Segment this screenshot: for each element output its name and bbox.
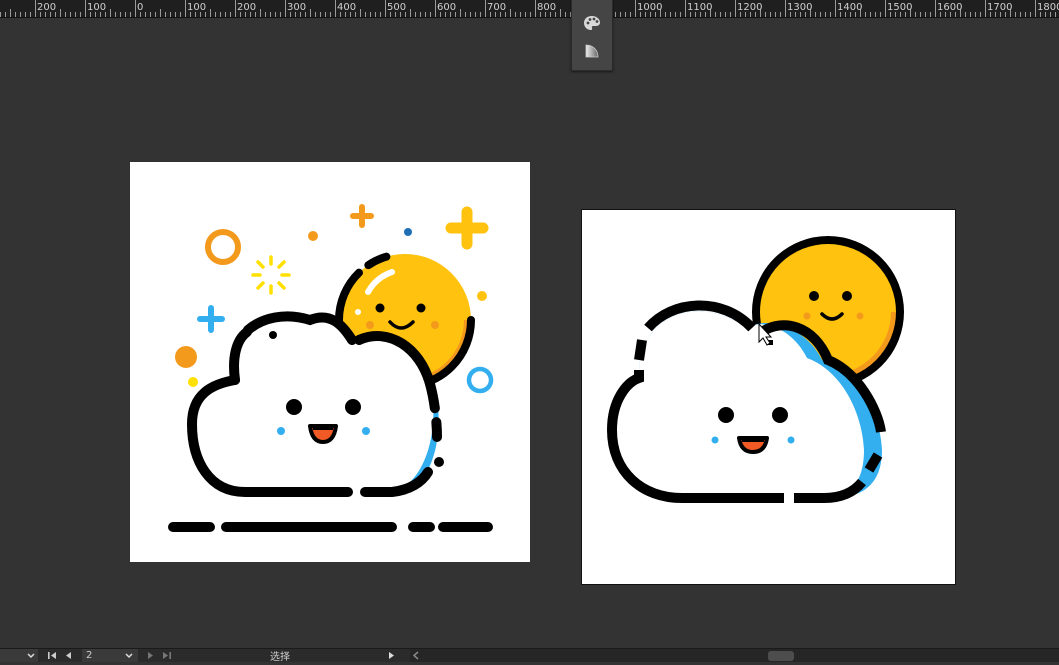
large-yellow-plus-icon	[445, 206, 489, 250]
ruler-label: 1800	[1037, 2, 1059, 13]
blue-plus-icon	[197, 305, 225, 333]
chevron-down-icon	[26, 649, 36, 665]
artboard-original[interactable]	[130, 162, 530, 562]
previous-page-icon	[66, 652, 71, 659]
tool-menu-arrow-button[interactable]	[386, 649, 398, 662]
ruler-label: 1700	[987, 2, 1013, 13]
gradient-icon	[585, 44, 599, 58]
ruler-label: 200	[37, 2, 57, 13]
ruler-label: 1100	[687, 2, 713, 13]
ruler-label: 1200	[737, 2, 763, 13]
ruler-label: 700	[487, 2, 507, 13]
blue-ring-decoration	[466, 366, 494, 394]
orange-dot	[308, 231, 318, 241]
scrollbar-thumb[interactable]	[768, 651, 794, 661]
play-arrow-icon	[389, 652, 394, 659]
zoom-dropdown[interactable]	[0, 649, 38, 662]
palette-tool-button[interactable]	[580, 12, 604, 34]
yellow-sparkle-icon	[251, 255, 291, 295]
ruler-label: 600	[437, 2, 457, 13]
ruler-label: 100	[187, 2, 207, 13]
ruler-label: 1000	[637, 2, 663, 13]
page-number-dropdown[interactable]: 2	[82, 649, 138, 662]
ruler-label: 1500	[887, 2, 913, 13]
orange-circle-decoration	[175, 346, 197, 368]
ruler-label: 200	[237, 2, 257, 13]
first-page-button[interactable]	[46, 649, 58, 662]
scroll-left-icon[interactable]	[410, 649, 422, 662]
next-page-button[interactable]	[145, 649, 157, 662]
last-page-icon	[163, 652, 171, 659]
page-number-value: 2	[86, 650, 93, 661]
ruler-label: 0	[137, 2, 144, 13]
ruler-label: 1300	[787, 2, 813, 13]
cloud-icon	[187, 311, 444, 497]
ruler-label: 400	[337, 2, 357, 13]
cloud-sun-work-in-progress	[607, 236, 904, 503]
current-tool-label: 选择	[270, 649, 370, 663]
ruler-label: 500	[387, 2, 407, 13]
horizontal-ruler[interactable]: 200 100 0 100 200 300 400 500 600 700 80…	[0, 0, 1059, 18]
ruler-label: 800	[537, 2, 557, 13]
status-bar: 2 选择	[0, 648, 1059, 663]
palette-icon	[584, 16, 600, 30]
last-page-button[interactable]	[161, 649, 173, 662]
cloud-sun-illustration	[168, 204, 494, 532]
ruler-label: 1600	[937, 2, 963, 13]
ruler-label: 1400	[837, 2, 863, 13]
ruler-label: 100	[87, 2, 107, 13]
small-orange-plus-icon	[350, 204, 374, 228]
first-page-icon	[48, 652, 56, 659]
gradient-tool-button[interactable]	[580, 40, 604, 62]
next-page-icon	[148, 652, 153, 659]
yellow-dot	[477, 291, 487, 301]
artboard-working[interactable]	[581, 209, 956, 585]
orange-ring-decoration	[205, 229, 241, 265]
floating-tool-panel	[571, 0, 613, 71]
chevron-down-icon	[124, 649, 134, 665]
ruler-label: 300	[287, 2, 307, 13]
blue-dot	[404, 228, 412, 236]
horizontal-scrollbar[interactable]	[410, 649, 1059, 662]
yellow-small-dot	[188, 377, 198, 387]
previous-page-button[interactable]	[62, 649, 74, 662]
